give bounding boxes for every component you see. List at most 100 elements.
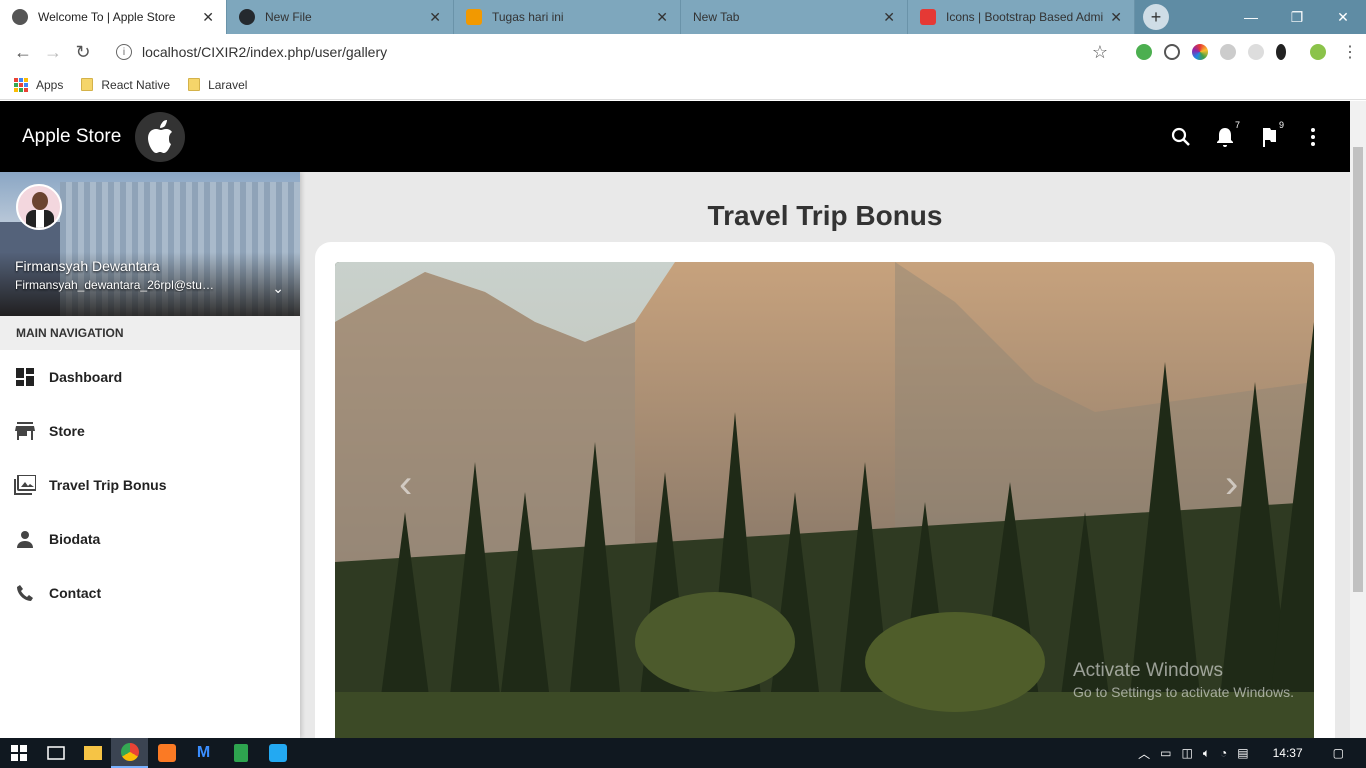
person-icon xyxy=(14,528,36,550)
github-icon xyxy=(239,9,255,25)
brand-title[interactable]: Apple Store xyxy=(22,126,121,148)
chrome-taskbar-icon[interactable] xyxy=(111,738,148,768)
sidebar-item-dashboard[interactable]: Dashboard xyxy=(0,350,300,404)
back-icon[interactable]: ← xyxy=(8,42,38,63)
extension-circle-icon[interactable] xyxy=(1248,44,1264,60)
tab-title: Tugas hari ini xyxy=(492,10,564,24)
window-controls: — ❐ ✕ xyxy=(1228,0,1366,34)
extension-moon-icon[interactable] xyxy=(1276,44,1286,60)
chrome-icon xyxy=(12,9,28,25)
restore-icon[interactable]: ❐ xyxy=(1274,0,1320,34)
photo-library-icon xyxy=(14,474,36,496)
bookmark-star-icon[interactable]: ☆ xyxy=(1092,42,1108,63)
url-field[interactable]: i localhost/CIXIR2/index.php/user/galler… xyxy=(116,44,1092,60)
extension-color-icon[interactable] xyxy=(1192,44,1208,60)
browser-tab-new-file[interactable]: New File ✕ xyxy=(227,0,454,34)
tray-network-icon[interactable]: ◫ xyxy=(1181,746,1192,760)
sidebar-item-label: Store xyxy=(49,423,85,439)
classroom-icon xyxy=(466,9,482,25)
tab-title: Icons | Bootstrap Based Admin xyxy=(946,10,1105,24)
browser-tab-tugas[interactable]: Tugas hari ini ✕ xyxy=(454,0,681,34)
bookmark-label: Apps xyxy=(36,77,64,92)
bookmark-label: Laravel xyxy=(208,77,248,92)
extension-globe-icon[interactable] xyxy=(1136,44,1152,60)
tab-strip-empty: + — ❐ ✕ xyxy=(1135,0,1366,34)
clock[interactable]: 14:37 xyxy=(1273,746,1303,760)
app-viewport: Apple Store 7 9 Firmansyah Dewantara Fir… xyxy=(0,101,1350,738)
new-tab-button[interactable]: + xyxy=(1143,4,1169,30)
file-explorer-icon[interactable] xyxy=(74,738,111,768)
apps-grid-icon xyxy=(14,77,28,92)
sidebar-item-label: Travel Trip Bonus xyxy=(49,477,167,493)
git-icon[interactable] xyxy=(222,738,259,768)
close-tab-icon[interactable]: ✕ xyxy=(429,9,441,26)
windows-activation-watermark: Activate Windows Go to Settings to activ… xyxy=(1073,660,1294,700)
sidebar-item-label: Contact xyxy=(49,585,102,601)
more-vert-icon[interactable] xyxy=(1302,126,1324,148)
vscode-icon[interactable] xyxy=(259,738,296,768)
malwarebytes-icon[interactable]: M xyxy=(185,738,222,768)
tray-wifi-icon[interactable]: ◔ xyxy=(1220,746,1227,760)
xampp-icon[interactable] xyxy=(148,738,185,768)
minimize-icon[interactable]: — xyxy=(1228,0,1274,34)
site-info-icon[interactable]: i xyxy=(116,44,132,60)
user-name: Firmansyah Dewantara xyxy=(15,258,160,274)
folder-icon xyxy=(81,78,94,91)
task-view-icon[interactable] xyxy=(37,738,74,768)
chevron-down-icon[interactable]: ⌄ xyxy=(272,280,284,297)
sidebar-item-travel-trip-bonus[interactable]: Travel Trip Bonus xyxy=(0,458,300,512)
browser-tab-apple-store[interactable]: Welcome To | Apple Store ✕ xyxy=(0,0,227,34)
extension-skype-icon[interactable] xyxy=(1220,44,1236,60)
page-scrollbar[interactable] xyxy=(1350,101,1366,738)
reload-icon[interactable]: ↻ xyxy=(68,42,98,63)
scrollbar-thumb[interactable] xyxy=(1353,147,1363,592)
close-window-icon[interactable]: ✕ xyxy=(1320,0,1366,34)
tray-volume-icon[interactable]: 🔈︎ xyxy=(1203,746,1210,761)
bookmark-label: React Native xyxy=(101,77,171,92)
menu-kebab-icon[interactable]: ⋮ xyxy=(1342,42,1358,62)
profile-avatar-icon[interactable] xyxy=(1310,44,1326,60)
sidebar-item-biodata[interactable]: Biodata xyxy=(0,512,300,566)
folder-icon xyxy=(188,78,201,91)
close-tab-icon[interactable]: ✕ xyxy=(883,9,895,26)
bookmarks-bar: Apps React Native Laravel xyxy=(0,70,1366,100)
tray-chevron-up-icon[interactable]: ︿ xyxy=(1138,745,1150,762)
windows-taskbar: M ︿ ▭ ◫ 🔈︎ ◔ ▤ 14:37 ▢ xyxy=(0,738,1366,768)
browser-tab-icons[interactable]: Icons | Bootstrap Based Admin ✕ xyxy=(908,0,1135,34)
search-icon[interactable] xyxy=(1170,126,1192,148)
close-tab-icon[interactable]: ✕ xyxy=(656,9,668,26)
close-tab-icon[interactable]: ✕ xyxy=(1110,9,1122,26)
tab-title: New File xyxy=(265,10,312,24)
bookmark-laravel[interactable]: Laravel xyxy=(188,78,247,92)
carousel-next-icon[interactable]: › xyxy=(1225,462,1238,507)
app-topbar: Apple Store 7 9 xyxy=(0,101,1350,172)
flag-icon[interactable]: 9 xyxy=(1258,120,1284,148)
address-bar-row: ← → ↻ i localhost/CIXIR2/index.php/user/… xyxy=(0,34,1366,70)
system-tray: ︿ ▭ ◫ 🔈︎ ◔ ▤ 14:37 ▢ xyxy=(1138,745,1366,762)
tray-battery-icon[interactable]: ▭ xyxy=(1160,746,1171,760)
avatar[interactable] xyxy=(16,184,62,230)
notifications-bell-icon[interactable]: 7 xyxy=(1214,120,1240,148)
tray-keyboard-icon[interactable]: ▤ xyxy=(1237,746,1248,760)
carousel-prev-icon[interactable]: ‹ xyxy=(399,462,412,507)
windows-start-icon[interactable] xyxy=(0,738,37,768)
user-info-panel: Firmansyah Dewantara Firmansyah_dewantar… xyxy=(0,172,300,316)
notifications-count: 7 xyxy=(1234,119,1240,130)
action-center-icon[interactable]: ▢ xyxy=(1333,746,1344,760)
bookmark-react-native[interactable]: React Native xyxy=(81,78,170,92)
close-tab-icon[interactable]: ✕ xyxy=(202,9,214,26)
extension-code-icon[interactable] xyxy=(1164,44,1180,60)
forward-icon[interactable]: → xyxy=(38,42,68,63)
extensions-area: ☆ ⋮ xyxy=(1092,42,1358,63)
browser-tab-new-tab[interactable]: New Tab ✕ xyxy=(681,0,908,34)
sidebar: Firmansyah Dewantara Firmansyah_dewantar… xyxy=(0,172,300,738)
topbar-actions: 7 9 xyxy=(1170,120,1324,148)
sidebar-item-store[interactable]: Store xyxy=(0,404,300,458)
sidebar-item-contact[interactable]: Contact xyxy=(0,566,300,620)
image-carousel[interactable]: ‹ › Activate Windows Go to Settings to a… xyxy=(335,262,1314,738)
flags-count: 9 xyxy=(1278,119,1284,130)
bookmark-apps[interactable]: Apps xyxy=(14,77,64,92)
main-content: Travel Trip Bonus ‹ › Activate Windows G… xyxy=(315,172,1335,738)
watermark-line1: Activate Windows xyxy=(1073,660,1223,681)
store-icon xyxy=(14,420,36,442)
